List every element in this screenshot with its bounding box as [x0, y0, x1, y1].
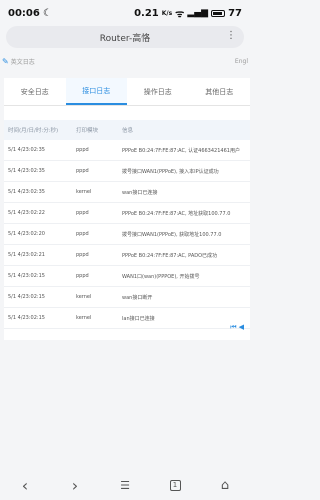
col-header-info[interactable]: 信息 [122, 126, 250, 134]
menu-button[interactable]: ☰ [109, 479, 141, 492]
cell-time: 5/1 4/23:02:35 [8, 168, 45, 174]
cell-info: PPPoE B0:24:7F:FE:87:AC, 认证4663421461用户 [122, 147, 240, 154]
cell-info: PPPoE B0:24:7F:FE:87:AC, PADO已成功 [122, 252, 218, 259]
cell-module: pppd [76, 168, 89, 174]
cell-time: 5/1 4/23:02:15 [8, 315, 45, 321]
browser-bottom-nav: ‹ › ☰ 1 ⌂ [0, 470, 250, 500]
table-header: 时间(月/日/时:分:秒) 打印模块 信息 [4, 120, 250, 140]
status-left: 00:06 ☾ [8, 8, 52, 19]
menu-icon: ☰ [120, 478, 130, 492]
tab-operation-log[interactable]: 操作日志 [127, 78, 189, 105]
table-row: 5/1 4/23:02:15 pppd WAN1口(wan)(PPPOE), 开… [4, 266, 250, 287]
cell-info: wan接口断开 [122, 294, 153, 301]
cell-info: 拨号接口WAN1(PPPoE), 获取地址100.77.0 [122, 231, 222, 238]
table-row: 5/1 4/23:02:35 pppd 拨号接口WAN1(PPPoE), 接入本… [4, 161, 250, 182]
cell-module: pppd [76, 252, 89, 258]
moon-icon: ☾ [42, 7, 52, 19]
prev-page-icon[interactable]: ◀ [239, 323, 244, 332]
cell-time: 5/1 4/23:02:15 [8, 294, 45, 300]
table-row: 5/1 4/23:02:20 pppd 拨号接口WAN1(PPPoE), 获取地… [4, 224, 250, 245]
network-speed: 0.21 [134, 7, 159, 19]
language-link[interactable]: Engl [235, 58, 248, 65]
cell-info: PPPoE B0:24:7F:FE:87:AC, 地址获取100.77.0 [122, 210, 231, 217]
more-menu-icon[interactable]: ⋮ [226, 30, 236, 41]
status-right: 0.21 K/s ᯤ ▂▄▆ 77 [134, 6, 242, 21]
back-icon: ‹ [21, 475, 29, 495]
log-tabs: 安全日志 接口日志 操作日志 其他日志 [4, 78, 250, 106]
sub-header: ✎ 英文日志 Engl [0, 52, 250, 70]
tab-interface-log[interactable]: 接口日志 [65, 78, 127, 105]
cell-module: kernel [76, 315, 92, 321]
cell-time: 5/1 4/23:02:35 [8, 189, 45, 195]
cell-time: 5/1 4/23:02:15 [8, 273, 45, 279]
cell-time: 5/1 4/23:02:20 [8, 231, 45, 237]
cell-module: pppd [76, 147, 89, 153]
table-row: 5/1 4/23:02:35 kernel wan接口已连接 [4, 182, 250, 203]
forward-button[interactable]: › [59, 476, 91, 495]
cell-module: kernel [76, 189, 92, 195]
tab-other-log[interactable]: 其他日志 [189, 78, 251, 105]
forward-icon: › [71, 475, 79, 495]
cell-info: lan接口已连接 [122, 315, 155, 322]
cell-info: wan接口已连接 [122, 189, 158, 196]
tabs-button[interactable]: 1 [159, 479, 191, 491]
cell-time: 5/1 4/23:02:22 [8, 210, 45, 216]
table-row: 5/1 4/23:02:21 pppd PPPoE B0:24:7F:FE:87… [4, 245, 250, 266]
battery-icon [211, 9, 226, 17]
col-header-time[interactable]: 时间(月/日/时:分:秒) [4, 126, 76, 134]
table-row: 5/1 4/23:02:22 pppd PPPoE B0:24:7F:FE:87… [4, 203, 250, 224]
cell-module: pppd [76, 273, 89, 279]
home-icon: ⌂ [220, 477, 230, 493]
col-header-module[interactable]: 打印模块 [76, 126, 122, 134]
cell-info: 拨号接口WAN1(PPPoE), 接入本IP认证成功 [122, 168, 219, 175]
network-speed-unit: K/s [161, 9, 173, 17]
sub-header-left: ✎ 英文日志 [2, 57, 35, 66]
first-page-icon[interactable]: ⏮ [230, 323, 236, 332]
cell-module: pppd [76, 210, 89, 216]
signal-icon: ▂▄▆ [187, 8, 209, 18]
wifi-icon: ᯤ [175, 9, 185, 20]
home-button[interactable]: ⌂ [209, 478, 241, 493]
status-time: 00:06 [8, 7, 40, 19]
page-title: Router-高恪 [99, 33, 151, 44]
cell-module: kernel [76, 294, 92, 300]
log-panel: 安全日志 接口日志 操作日志 其他日志 时间(月/日/时:分:秒) 打印模块 信… [4, 78, 250, 340]
cell-module: pppd [76, 231, 89, 237]
cell-time: 5/1 4/23:02:35 [8, 147, 45, 153]
pencil-icon[interactable]: ✎ [2, 57, 9, 66]
table-row: 5/1 4/23:02:35 pppd PPPoE B0:24:7F:FE:87… [4, 140, 250, 161]
battery-level: 77 [228, 7, 242, 19]
cell-time: 5/1 4/23:02:21 [8, 252, 45, 258]
tab-security-log[interactable]: 安全日志 [4, 78, 66, 105]
status-bar: 00:06 ☾ 0.21 K/s ᯤ ▂▄▆ 77 [0, 0, 250, 26]
cell-info: WAN1口(wan)(PPPOE), 开始拨号 [122, 273, 200, 280]
pager: ⏮ ◀ [230, 323, 244, 332]
table-row: 5/1 4/23:02:15 kernel lan接口已连接 [4, 308, 250, 329]
tabs-count: 1 [169, 479, 181, 491]
url-bar-wrap: Router-高恪 ⋮ [0, 26, 250, 48]
log-table: 时间(月/日/时:分:秒) 打印模块 信息 5/1 4/23:02:35 ppp… [4, 120, 250, 329]
url-bar[interactable]: Router-高恪 ⋮ [6, 26, 244, 48]
table-row: 5/1 4/23:02:15 kernel wan接口断开 [4, 287, 250, 308]
sub-header-text: 英文日志 [10, 58, 35, 66]
back-button[interactable]: ‹ [9, 476, 41, 495]
